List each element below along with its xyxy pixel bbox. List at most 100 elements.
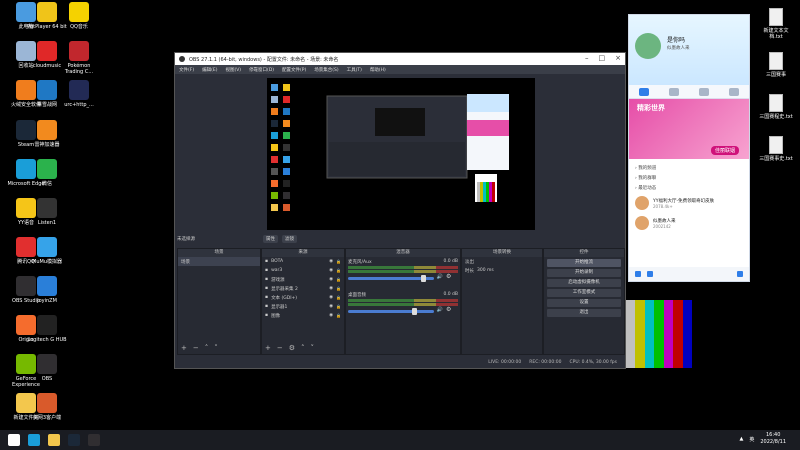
contacts-tab-icon[interactable] [669,87,679,96]
menu-item[interactable]: 配置文件(P) [282,67,306,73]
avatar[interactable] [635,33,661,59]
pinned-app-icon[interactable] [68,434,80,446]
obs-preview[interactable] [267,78,535,230]
transition-duration-field[interactable]: 时长 300 ms [462,266,542,275]
qq-ad-banner[interactable]: 精彩世界 佳丽联姻 [629,99,749,159]
source-item[interactable]: ▪ 游戏源 ◉ 🔒 [262,275,344,284]
pinned-app-icon[interactable] [88,434,100,446]
source-item[interactable]: ▪ 图像 ◉ 🔒 [262,311,344,320]
desktop-icon[interactable]: 微信 [27,159,67,187]
visibility-eye-icon[interactable]: ◉ [329,295,333,300]
visibility-eye-icon[interactable]: ◉ [329,277,333,282]
add-source-button[interactable]: + [265,344,271,352]
menu-item[interactable]: 帮助(H) [370,67,386,73]
volume-slider[interactable] [348,274,434,282]
source-item[interactable]: ▪ 显示器1 ◉ 🔒 [262,302,344,311]
lock-icon[interactable]: 🔒 [336,295,341,300]
control-button[interactable]: 工作室模式 [547,289,621,297]
add-scene-button[interactable]: + [181,344,187,352]
menu-item[interactable]: 工具(T) [347,67,362,73]
desktop-icon[interactable]: urc+http_... [59,80,99,108]
source-toolbar-button[interactable]: 滤镜 [282,235,297,243]
maximize-icon[interactable]: □ [599,54,606,62]
gear-icon[interactable]: ⚙ [446,273,451,280]
minimize-icon[interactable]: – [585,54,589,62]
move-up-icon[interactable]: ˄ [205,344,209,352]
control-button[interactable]: 设置 [547,299,621,307]
desktop-file-icon[interactable]: 三国赛事 [758,52,794,78]
menu-icon[interactable] [635,271,641,277]
move-up-icon[interactable]: ˄ [301,344,305,352]
list-item[interactable]: 似墨故人来 2002142 [629,213,749,233]
speaker-icon[interactable]: 🔊 [437,307,443,313]
desktop-file-icon[interactable]: 三国赛事史.txt [758,136,794,162]
desktop-icon[interactable]: Pokémon Trading C... [59,41,99,75]
add-icon[interactable] [647,271,653,277]
visibility-eye-icon[interactable]: ◉ [329,313,333,318]
menu-item[interactable]: 视图(V) [225,67,241,73]
lock-icon[interactable]: 🔒 [336,286,341,291]
remove-scene-button[interactable]: − [193,344,199,352]
lock-icon[interactable]: 🔒 [336,259,341,264]
qq-panel[interactable]: 是你吗 似墨故人来 精彩世界 佳丽联姻 › 我的频道 › 我的群聊 › 最近动态 Y… [628,14,750,282]
lock-icon[interactable]: 🔒 [336,313,341,318]
qq-list-item[interactable]: › 我的群聊 [629,173,749,183]
desktop-icon[interactable]: Logitech G HUB [27,315,67,343]
visibility-eye-icon[interactable]: ◉ [329,304,333,309]
slider-knob[interactable] [412,307,418,315]
speaker-icon[interactable]: 🔊 [437,274,443,280]
source-item[interactable]: ▪ BOTA ◉ 🔒 [262,257,344,266]
desktop-icon[interactable]: 剑网3客户端 [27,393,67,421]
control-button[interactable]: 开始录制 [547,269,621,277]
qq-list-item[interactable]: › 我的频道 [629,163,749,173]
clock[interactable]: 16:40 2022/8/11 [760,432,786,446]
desktop-icon[interactable]: OBS [27,354,67,382]
slider-knob[interactable] [420,274,426,282]
remove-source-button[interactable]: − [277,344,283,352]
source-item[interactable]: ▪ 文本 (GDI+) ◉ 🔒 [262,293,344,302]
gear-icon[interactable]: ⚙ [289,344,295,352]
visibility-eye-icon[interactable]: ◉ [329,268,333,273]
pinned-app-icon[interactable] [48,434,60,446]
control-button[interactable]: 启动虚拟摄像机 [547,279,621,287]
source-item[interactable]: ▪ 显示器采集 2 ◉ 🔒 [262,284,344,293]
ime-indicator[interactable]: 英 [749,436,754,443]
transition-type-select[interactable]: 淡出 [462,257,542,266]
source-item[interactable]: ▪ war3 ◉ 🔒 [262,266,344,275]
lock-icon[interactable]: 🔒 [336,304,341,309]
close-icon[interactable]: × [615,54,621,62]
volume-slider[interactable] [348,307,434,315]
menu-item[interactable]: 编辑(E) [202,67,217,73]
groups-tab-icon[interactable] [699,87,709,96]
move-down-icon[interactable]: ˅ [311,344,315,352]
scene-item[interactable]: 场景 [178,257,260,266]
obs-window[interactable]: OBS 27.1.1 (64-bit, windows) - 配置文件: 未命名… [174,52,626,369]
desktop-icon[interactable]: QQ音乐 [59,2,99,30]
desktop-icon[interactable]: JoyinZM [27,276,67,304]
move-down-icon[interactable]: ˅ [214,344,218,352]
menu-item[interactable]: 文件(F) [179,67,194,73]
qq-list-item[interactable]: › 最近动态 [629,183,749,193]
settings-icon[interactable] [737,271,743,277]
obs-titlebar[interactable]: OBS 27.1.1 (64-bit, windows) - 配置文件: 未命名… [175,53,625,65]
control-button[interactable]: 退出 [547,309,621,317]
menu-item[interactable]: 停靠窗口(D) [249,67,274,73]
control-button[interactable]: 开始推流 [547,259,621,267]
lock-icon[interactable]: 🔒 [336,277,341,282]
desktop-icon[interactable]: Listen1 [27,198,67,226]
list-item[interactable]: YY福利大厅-免费领取奇幻皮肤 2078.4k+ [629,193,749,213]
desktop-icon[interactable]: MuMu模拟器 [27,237,67,265]
visibility-eye-icon[interactable]: ◉ [329,286,333,291]
desktop-file-icon[interactable]: 三国赛程史.txt [758,94,794,120]
source-toolbar-button[interactable]: 属性 [263,235,278,243]
qq-signature[interactable]: 似墨故人来 [667,45,690,51]
start-icon[interactable] [8,434,20,446]
desktop-icon[interactable]: 雷神加速器 [27,120,67,148]
space-tab-icon[interactable] [729,87,739,96]
banner-tag[interactable]: 佳丽联姻 [710,146,739,155]
pinned-app-icon[interactable] [28,434,40,446]
visibility-eye-icon[interactable]: ◉ [329,259,333,264]
message-tab-icon[interactable] [639,87,649,96]
lock-icon[interactable]: 🔒 [336,268,341,273]
desktop-file-icon[interactable]: 新建文本文档.txt [758,8,794,40]
